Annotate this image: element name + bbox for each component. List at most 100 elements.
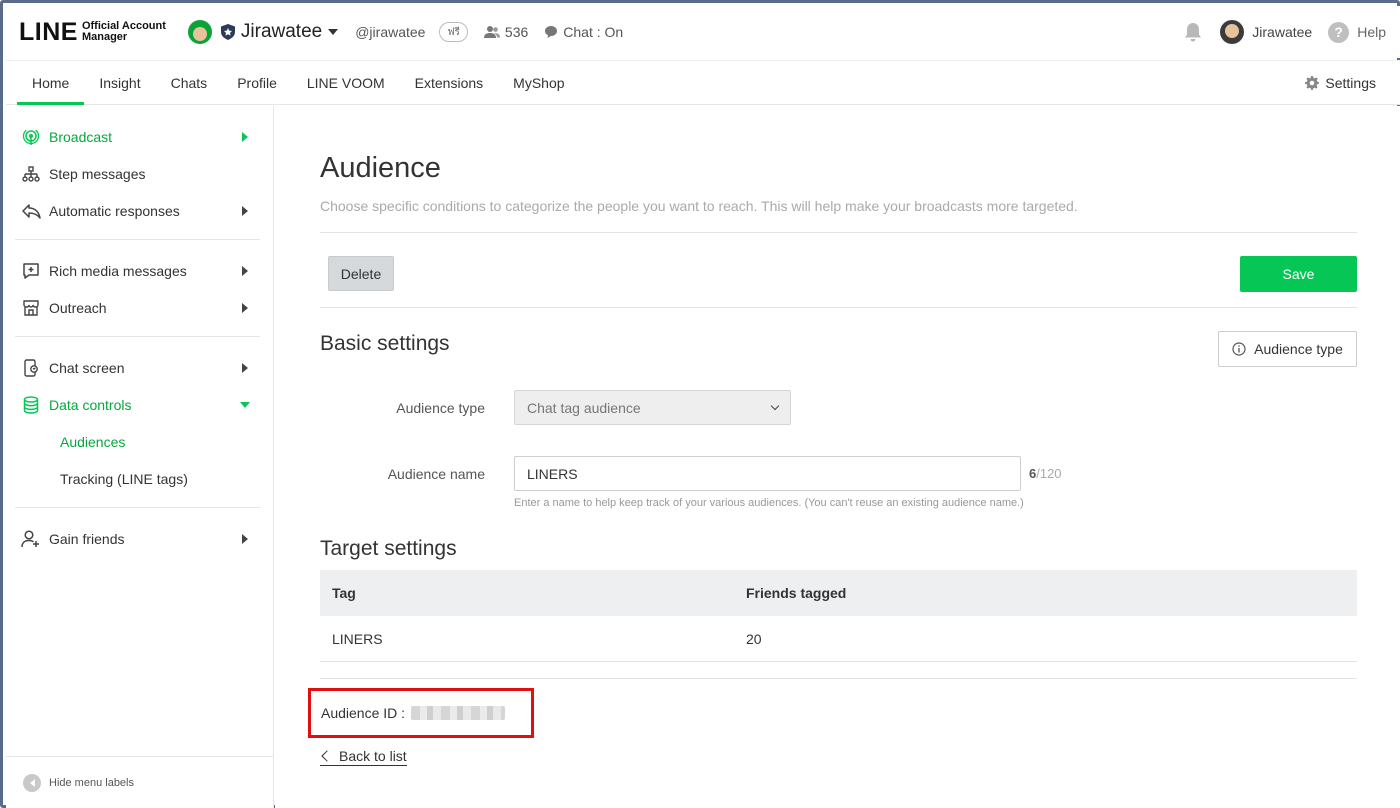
logo-sub: Official Account Manager [82,21,166,43]
audience-type-value: Chat tag audience [527,399,641,416]
rich-media-icon [21,261,41,281]
gear-icon [1305,75,1320,90]
account-name: Jirawatee [240,21,323,42]
table-header: Tag Friends tagged [320,570,1357,616]
table-row: LINERS 20 [320,616,1357,662]
user-avatar[interactable] [1220,20,1245,44]
chevron-right-icon [242,362,248,373]
sidebar-item-label: Gain friends [49,530,125,547]
help-link[interactable]: Help [1357,24,1386,40]
audience-type-button-label: Audience type [1254,341,1343,357]
app-frame: LINE Official Account Manager Jirawatee … [0,0,1400,808]
sidebar-subitem-tracking[interactable]: Tracking (LINE tags) [15,460,260,497]
tab-line-voom[interactable]: LINE VOOM [292,61,400,104]
chevron-right-icon [242,265,248,276]
sidebar-item-label: Rich media messages [49,262,187,279]
sidebar-item-label: Automatic responses [49,202,180,219]
add-user-icon [21,529,41,549]
reply-icon [21,201,41,221]
sidebar-item-automatic-responses[interactable]: Automatic responses [15,192,260,229]
sidebar-item-rich-media[interactable]: Rich media messages [15,252,260,289]
top-right-controls: Jirawatee ? Help [1182,20,1386,44]
line-oam-logo[interactable]: LINE Official Account Manager [19,6,166,58]
target-table: Tag Friends tagged LINERS 20 [320,570,1357,662]
audience-name-hint: Enter a name to help keep track of your … [514,497,1024,509]
plan-badge: ฟรี [439,22,468,42]
audience-name-input[interactable] [514,456,1021,491]
save-button[interactable]: Save [1240,256,1357,292]
sidebar-item-gain-friends[interactable]: Gain friends [15,520,260,557]
chat-status-value: Chat : On [563,24,624,40]
audience-id-box: Audience ID : [308,688,534,738]
chevron-left-icon [321,750,333,762]
main-nav: Home Insight Chats Profile LINE VOOM Ext… [6,60,1400,105]
sidebar-item-outreach[interactable]: Outreach [15,289,260,326]
tab-profile[interactable]: Profile [222,61,292,104]
sidebar-item-step-messages[interactable]: Step messages [15,155,260,192]
sidebar-group-growth: Gain friends [15,508,260,567]
chat-bubble-icon [545,26,558,38]
page-description: Choose specific conditions to categorize… [320,198,1078,214]
people-icon [483,26,500,38]
sidebar-subitem-audiences[interactable]: Audiences [15,423,260,460]
divider [320,232,1357,233]
database-icon [21,395,41,415]
back-to-list-label: Back to list [339,748,407,764]
basic-settings-title: Basic settings [320,332,450,355]
divider [320,678,1357,679]
logo-line-word: LINE [19,17,78,46]
sidebar-item-label: Chat screen [49,359,125,376]
account-handle: @jirawatee [355,24,426,40]
chat-status: Chat : On [544,24,623,40]
chevron-down-icon [770,401,780,411]
column-header-friends-tagged: Friends tagged [746,585,847,601]
sidebar-group-messaging: Broadcast Step messages Automatic respon… [15,106,260,240]
settings-link[interactable]: Settings [1305,61,1376,104]
audience-id-redacted [411,706,506,720]
caret-down-icon [328,29,339,35]
top-header: LINE Official Account Manager Jirawatee … [6,6,1400,58]
sidebar-item-label: Outreach [49,299,107,316]
character-counter: 6/120 [1029,466,1062,481]
collapse-icon [23,773,41,792]
account-switcher[interactable]: Jirawatee [187,20,339,44]
help-icon[interactable]: ? [1328,21,1350,43]
sidebar-item-chat-screen[interactable]: Chat screen [15,349,260,386]
chevron-right-icon [242,205,248,216]
page-title: Audience [320,152,441,184]
audience-type-info-button[interactable]: Audience type [1218,331,1357,367]
store-icon [21,298,41,318]
sidebar-item-label: Step messages [49,165,146,182]
bell-icon[interactable] [1182,21,1204,43]
settings-label: Settings [1325,74,1376,91]
tab-extensions[interactable]: Extensions [400,61,498,104]
delete-button[interactable]: Delete [328,256,394,291]
sidebar-item-label: Data controls [49,396,132,413]
tab-home[interactable]: Home [17,61,85,105]
divider [320,307,1357,308]
info-icon [1232,342,1246,356]
sidebar-item-broadcast[interactable]: Broadcast [15,118,260,155]
sidebar: Broadcast Step messages Automatic respon… [6,106,274,808]
tab-myshop[interactable]: MyShop [498,61,579,104]
audience-id-label: Audience ID : [321,705,406,721]
column-header-tag: Tag [332,585,356,601]
tab-insight[interactable]: Insight [84,61,155,104]
sidebar-item-data-controls[interactable]: Data controls [15,386,260,423]
chat-screen-icon [21,358,41,378]
hide-labels-text: Hide menu labels [49,776,134,789]
audience-type-select[interactable]: Chat tag audience [514,390,791,425]
hierarchy-icon [21,164,41,184]
shield-icon [220,24,235,40]
friends-count-value: 536 [504,24,529,40]
cell-tag: LINERS [332,630,383,647]
account-avatar [187,20,212,44]
back-to-list-link[interactable]: Back to list [320,748,407,766]
user-name[interactable]: Jirawatee [1252,24,1312,40]
hide-menu-labels-toggle[interactable]: Hide menu labels [6,756,273,808]
sidebar-group-content: Rich media messages Outreach [15,240,260,337]
main-content: Audience Choose specific conditions to c… [275,106,1400,808]
cell-friends-tagged: 20 [746,630,762,647]
broadcast-icon [21,127,41,147]
tab-chats[interactable]: Chats [156,61,223,104]
